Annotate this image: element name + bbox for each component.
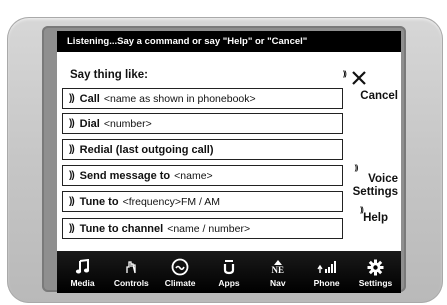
command-label: Call xyxy=(79,92,100,105)
command-param: <frequency>FM / AM xyxy=(122,195,221,208)
voice-icon: )) xyxy=(69,196,75,207)
voice-icon: )) xyxy=(69,144,75,155)
dock-controls-button[interactable]: Controls xyxy=(108,258,155,288)
compass-icon: NE xyxy=(271,258,285,276)
voice-icon: )) xyxy=(69,170,75,181)
dock-label: Apps xyxy=(218,278,240,288)
bottom-dock: Media Controls Climate Apps NE Nav Phone… xyxy=(57,251,401,293)
command-label: Tune to xyxy=(79,195,119,208)
voice-settings-label-line1: Voice xyxy=(368,173,398,185)
dock-label: Nav xyxy=(270,278,286,288)
command-param: <name / number> xyxy=(167,222,251,235)
voice-icon: )) xyxy=(69,223,75,234)
dock-apps-button[interactable]: Apps xyxy=(205,258,252,288)
hand-controls-icon xyxy=(123,258,139,276)
dock-settings-button[interactable]: Settings xyxy=(352,258,399,288)
climate-icon xyxy=(171,258,189,276)
command-label: Tune to channel xyxy=(79,222,164,235)
listening-status-bar: Listening...Say a command or say "Help" … xyxy=(57,31,401,52)
close-icon xyxy=(352,71,366,85)
prompt-label: Say thing like: xyxy=(70,69,148,81)
dock-climate-button[interactable]: Climate xyxy=(157,258,204,288)
voice-command-screen: Listening...Say a command or say "Help" … xyxy=(57,31,401,293)
command-param: <name> xyxy=(174,169,213,182)
voice-icon: )) xyxy=(69,93,75,104)
voice-icon: )) xyxy=(343,71,347,78)
dock-nav-button[interactable]: NE Nav xyxy=(254,258,301,288)
command-send-message[interactable]: )) Send message to <name> xyxy=(62,165,343,186)
dock-label: Media xyxy=(70,278,95,288)
command-label: Send message to xyxy=(79,169,171,182)
gear-icon xyxy=(367,258,384,276)
command-param: <name as shown in phonebook> xyxy=(103,92,256,105)
voice-icon: )) xyxy=(69,118,75,129)
command-tune-to-channel[interactable]: )) Tune to channel <name / number> xyxy=(62,218,343,239)
dock-label: Controls xyxy=(113,278,149,288)
dock-media-button[interactable]: Media xyxy=(59,258,106,288)
help-button[interactable]: )) Help xyxy=(360,207,388,224)
command-label: Dial xyxy=(79,117,100,130)
command-label: Redial (last outgoing call) xyxy=(79,143,214,156)
cancel-label: Cancel xyxy=(360,90,398,102)
compass-heading: NE xyxy=(271,264,285,275)
music-note-icon xyxy=(75,258,91,276)
help-label: Help xyxy=(363,212,388,224)
command-redial[interactable]: )) Redial (last outgoing call) xyxy=(62,139,343,160)
command-tune-to[interactable]: )) Tune to <frequency>FM / AM xyxy=(62,191,343,212)
dock-label: Climate xyxy=(164,278,196,288)
dock-label: Settings xyxy=(358,278,393,288)
command-call[interactable]: )) Call <name as shown in phonebook> xyxy=(62,88,343,109)
dock-label: Phone xyxy=(313,278,340,288)
dock-phone-button[interactable]: Phone xyxy=(303,258,350,288)
voice-settings-button[interactable]: )) Voice Settings xyxy=(353,162,398,199)
voice-settings-label-line2: Settings xyxy=(352,186,398,198)
command-param: <number> xyxy=(103,117,152,130)
command-dial[interactable]: )) Dial <number> xyxy=(62,113,343,134)
phone-signal-icon xyxy=(317,258,337,276)
apps-icon xyxy=(222,258,236,276)
